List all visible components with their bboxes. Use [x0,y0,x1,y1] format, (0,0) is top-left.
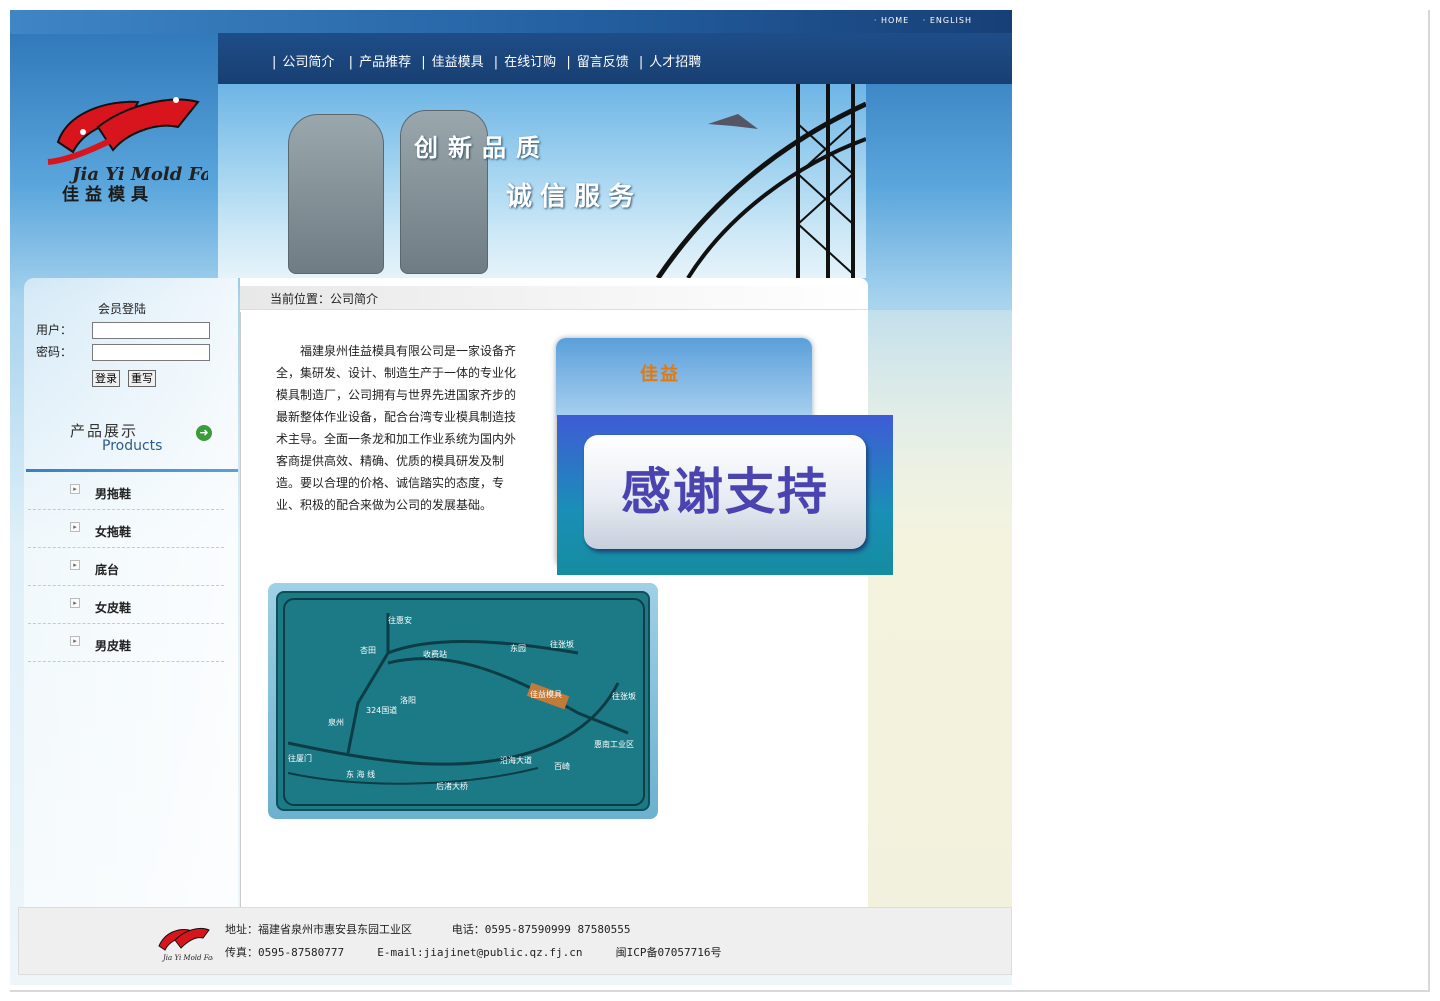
category-label[interactable]: 女拖鞋 [95,523,131,540]
nav-item-molds[interactable]: 佳益模具 [432,55,484,70]
password-label: 密码： [36,345,73,359]
category-item[interactable]: ▸ 男拖鞋 [28,472,224,510]
main-content: 当前位置：公司简介 福建泉州佳益模具有限公司是一家设备齐全，集研发、设计、制造生… [240,278,868,908]
map-label: 惠南工业区 [594,740,634,749]
category-item[interactable]: ▸ 底台 [28,548,224,586]
map-label: 洛阳 [400,696,416,705]
banner-slogan-2: 诚信服务 [506,182,643,212]
breadcrumb: 当前位置：公司简介 [240,286,868,310]
breadcrumb-text: 当前位置：公司简介 [270,292,379,306]
map-label: 往张坂 [612,692,636,701]
footer-address: 地址：福建省泉州市惠安县东园工业区 [225,923,412,936]
arrow-right-icon[interactable]: ➜ [196,425,212,441]
category-label[interactable]: 底台 [95,561,119,578]
main-nav: | 公司简介 | 产品推荐 | 佳益模具 | 在线订购 | 留言反馈 | 人才招聘 [218,33,1012,84]
triangle-right-icon: ▸ [70,484,80,494]
banner-slogan-1: 创新品质 [414,133,550,162]
thanks-text: 感谢支持 [621,463,829,521]
map-label: 沿海大道 [500,756,532,765]
triangle-right-icon: ▸ [70,598,80,608]
sidebar: 会员登陆 用户： 密码： 登录 重写 产品展示 Products ➜ ▸ 男拖鞋… [24,278,238,908]
map-label: 收费站 [423,650,447,659]
login-button[interactable]: 登录 [92,370,120,387]
map-roads [283,598,645,806]
map-label: 泉州 [328,718,344,727]
username-label: 用户： [36,323,73,337]
products-title-en: Products [102,438,163,454]
content-border [240,312,241,908]
home-link[interactable]: · HOME [874,16,909,25]
category-item[interactable]: ▸ 女拖鞋 [28,510,224,548]
mold-image-1 [288,114,384,274]
map-label: 东 海 线 [346,770,376,779]
footer-logo-text: Jia Yi Mold Factory [161,954,213,962]
triangle-right-icon: ▸ [70,636,80,646]
triangle-right-icon: ▸ [70,522,80,532]
footer-email[interactable]: E-mail:jiajinet@public.qz.fj.cn [377,946,582,959]
nav-item-jobs[interactable]: 人才招聘 [649,55,701,70]
category-label[interactable]: 女皮鞋 [95,599,131,616]
right-decor-strip [868,310,1012,910]
footer: Jia Yi Mold Factory 地址：福建省泉州市惠安县东园工业区 电话… [18,907,1012,975]
nav-menu: | 公司简介 | 产品推荐 | 佳益模具 | 在线订购 | 留言反馈 | 人才招聘 [272,55,702,70]
username-input[interactable] [92,322,210,339]
triangle-right-icon: ▸ [70,560,80,570]
map-label: 后渚大桥 [436,782,468,791]
footer-line-1: 地址：福建省泉州市惠安县东园工业区 电话：0595-87590999 87580… [225,921,630,937]
nav-item-products[interactable]: 产品推荐 [359,55,411,70]
footer-icp[interactable]: 闽ICP备07057716号 [616,946,722,959]
map-label: 往厦门 [288,754,312,763]
map-label: 往惠安 [388,616,412,625]
photo-sign: 佳益 [640,364,680,385]
map-label: 324国道 [366,706,398,715]
thanks-overlay[interactable]: 感谢支持 [557,415,893,575]
nav-item-feedback[interactable]: 留言反馈 [577,55,629,70]
category-label[interactable]: 男拖鞋 [95,485,131,502]
map-label: 往张坂 [550,640,574,649]
footer-line-2: 传真：0595-87580777 E-mail:jiajinet@public.… [225,944,722,960]
password-input[interactable] [92,344,210,361]
map-label: 杏田 [360,646,376,655]
category-item[interactable]: ▸ 男皮鞋 [28,624,224,662]
map-label: 佳益模具 [530,690,562,699]
category-label[interactable]: 男皮鞋 [95,637,131,654]
nav-item-order[interactable]: 在线订购 [504,55,556,70]
thanks-button[interactable]: 感谢支持 [584,435,866,549]
map-label: 百崎 [554,762,570,771]
map-panel: 往惠安 杏田 收费站 东园 往张坂 洛阳 324国道 泉州 佳益模具 往张坂 往… [276,591,650,811]
logo-brand-cn: 佳益模具 [62,185,154,205]
banner: 创新品质 诚信服务 [218,84,866,278]
english-link[interactable]: · ENGLISH [923,16,972,25]
location-map: 往惠安 杏田 收费站 东园 往张坂 洛阳 324国道 泉州 佳益模具 往张坂 往… [268,583,658,819]
footer-fax: 传真：0595-87580777 [225,946,345,959]
footer-phone: 电话：0595-87590999 87580555 [451,923,631,936]
login-title: 会员登陆 [98,302,147,316]
nav-item-about[interactable]: 公司简介 [282,55,334,70]
map-label: 东园 [510,644,526,653]
top-links: · HOME · ENGLISH [864,16,972,25]
footer-logo: Jia Yi Mold Factory [158,927,213,962]
category-item[interactable]: ▸ 女皮鞋 [28,586,224,624]
photo-sky [556,338,812,418]
reset-button[interactable]: 重写 [128,370,156,387]
company-intro: 福建泉州佳益模具有限公司是一家设备齐全，集研发、设计、制造生产于一体的专业化模具… [276,344,517,512]
rollercoaster-image [655,84,866,278]
top-strip: · HOME · ENGLISH [10,10,1012,34]
